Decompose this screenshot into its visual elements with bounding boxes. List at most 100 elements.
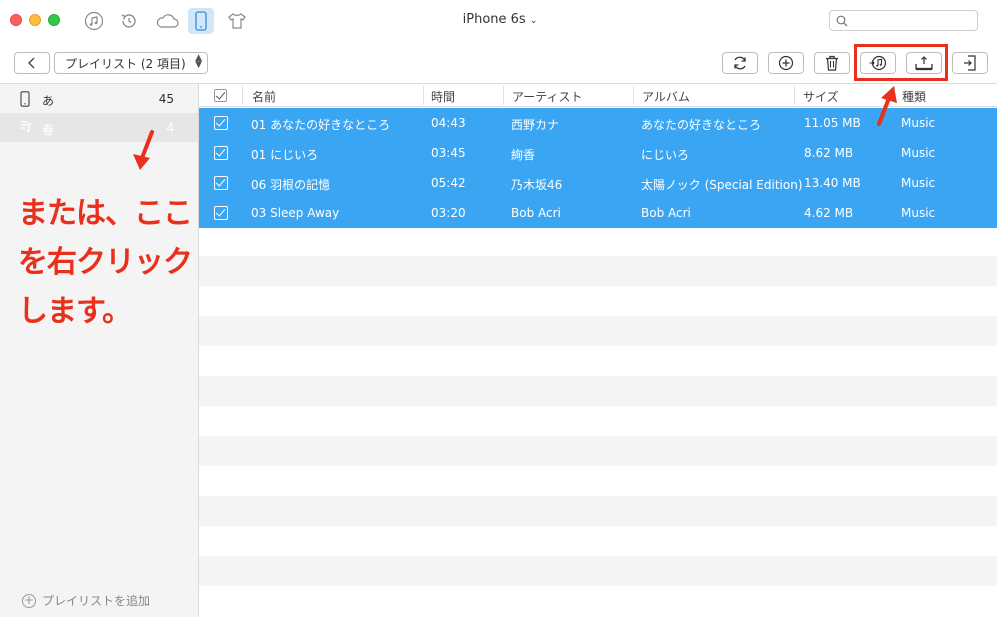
to-device-button[interactable] <box>952 52 988 74</box>
refresh-button[interactable] <box>722 52 758 74</box>
sidebar-item-device[interactable]: あ 45 <box>0 84 198 113</box>
device-name: iPhone 6s <box>462 12 526 27</box>
song-kind: Music <box>901 176 936 190</box>
annotation-arrow-icon <box>877 86 897 126</box>
minimize-window-button[interactable] <box>29 14 41 26</box>
song-time: 04:43 <box>431 116 466 130</box>
annotation-line-3: します。 <box>18 294 132 329</box>
plus-circle-icon: + <box>22 592 36 608</box>
device-icon[interactable] <box>188 8 214 34</box>
song-artist: 西野カナ <box>511 118 560 132</box>
song-time: 03:20 <box>431 206 466 220</box>
row-checkbox[interactable] <box>214 146 228 160</box>
music-note-icon[interactable] <box>81 8 107 34</box>
song-name: 03 Sleep Away <box>251 206 340 220</box>
column-divider <box>633 86 634 105</box>
column-header-artist[interactable]: アーティスト <box>512 88 583 105</box>
empty-row <box>199 256 997 286</box>
table-row[interactable]: 06 羽根の記憶 05:42 乃木坂46 太陽ノック (Special Edit… <box>199 168 997 198</box>
empty-row <box>199 436 997 466</box>
column-divider <box>423 86 424 105</box>
song-artist: Bob Acri <box>511 206 561 220</box>
music-list-icon <box>21 121 33 133</box>
annotation-arrow-icon <box>133 130 154 170</box>
song-kind: Music <box>901 116 936 130</box>
song-album: あなたの好きなところ <box>641 118 762 132</box>
song-size: 11.05 MB <box>804 116 861 130</box>
column-header-kind[interactable]: 種類 <box>902 88 926 105</box>
updown-arrows-icon: ▲ ▼ <box>195 53 202 70</box>
sidebar-item-count: 4 <box>166 121 174 135</box>
phone-icon <box>20 91 30 107</box>
select-all-checkbox[interactable] <box>214 89 227 102</box>
add-playlist-button[interactable]: + プレイリストを追加 <box>22 592 150 609</box>
song-size: 13.40 MB <box>804 176 861 190</box>
zoom-window-button[interactable] <box>48 14 60 26</box>
empty-row <box>199 406 997 436</box>
export-to-device-icon <box>964 55 976 71</box>
playlist-select-label: プレイリスト (2 項目) <box>65 56 186 71</box>
back-button[interactable] <box>14 52 50 74</box>
song-time: 05:42 <box>431 176 466 190</box>
row-checkbox[interactable] <box>214 206 228 220</box>
sidebar-item-label: あ <box>42 94 55 108</box>
chevron-left-icon <box>28 57 35 69</box>
song-kind: Music <box>901 206 936 220</box>
sidebar: あ 45 春 4 + プレイリストを追加 <box>0 84 199 617</box>
search-input[interactable] <box>829 10 978 31</box>
column-divider <box>242 86 243 105</box>
table-row[interactable]: 03 Sleep Away 03:20 Bob Acri Bob Acri 4.… <box>199 198 997 228</box>
empty-row <box>199 316 997 346</box>
column-header-album[interactable]: アルバム <box>642 88 690 105</box>
empty-row <box>199 228 997 258</box>
empty-row <box>199 286 997 316</box>
chevron-down-icon: ⌄ <box>529 16 538 26</box>
sidebar-item-count: 45 <box>158 92 174 106</box>
empty-row <box>199 376 997 406</box>
annotation-line-1: または、ここ <box>18 196 193 231</box>
empty-row <box>199 496 997 526</box>
table-row[interactable]: 01 にじいろ 03:45 絢香 にじいろ 8.62 MB Music <box>199 138 997 168</box>
empty-row <box>199 556 997 586</box>
add-playlist-label: プレイリストを追加 <box>42 594 151 608</box>
song-size: 8.62 MB <box>804 146 854 160</box>
song-table: 名前 時間 アーティスト アルバム サイズ 種類 01 あなたの好きなところ 0… <box>199 84 997 617</box>
tshirt-icon[interactable] <box>224 8 250 34</box>
icloud-icon[interactable] <box>152 8 182 34</box>
song-name: 01 あなたの好きなところ <box>251 118 391 132</box>
song-name: 01 にじいろ <box>251 148 319 162</box>
song-size: 4.62 MB <box>804 206 854 220</box>
toolbar: プレイリスト (2 項目) ▲ ▼ <box>0 42 997 84</box>
song-album: 太陽ノック (Special Edition) <box>641 178 803 192</box>
row-checkbox[interactable] <box>214 176 228 190</box>
song-album: Bob Acri <box>641 206 691 220</box>
playlist-select[interactable]: プレイリスト (2 項目) ▲ ▼ <box>54 52 208 74</box>
sidebar-item-label: 春 <box>42 123 55 137</box>
song-artist: 乃木坂46 <box>511 178 563 192</box>
close-window-button[interactable] <box>10 14 22 26</box>
empty-row <box>199 586 997 616</box>
song-album: にじいろ <box>641 148 690 162</box>
song-artist: 絢香 <box>511 148 536 162</box>
column-divider <box>794 86 795 105</box>
column-divider <box>503 86 504 105</box>
empty-row <box>199 526 997 556</box>
title-bar: iPhone 6s ⌄ <box>0 0 997 42</box>
column-header-name[interactable]: 名前 <box>252 88 276 105</box>
device-selector[interactable]: iPhone 6s ⌄ <box>440 12 560 27</box>
column-header-time[interactable]: 時間 <box>431 88 455 105</box>
highlight-box <box>854 44 948 81</box>
row-checkbox[interactable] <box>214 116 228 130</box>
search-icon <box>836 15 848 27</box>
add-button[interactable] <box>768 52 804 74</box>
song-name: 06 羽根の記憶 <box>251 178 331 192</box>
delete-button[interactable] <box>814 52 850 74</box>
sidebar-item-playlist[interactable]: 春 4 <box>0 113 198 142</box>
trash-icon <box>826 55 838 71</box>
restore-history-icon[interactable] <box>116 8 142 34</box>
annotation-line-2: を右クリック <box>18 245 193 280</box>
song-kind: Music <box>901 146 936 160</box>
plus-circle-icon <box>778 55 794 71</box>
column-header-size[interactable]: サイズ <box>803 88 839 105</box>
empty-row <box>199 346 997 376</box>
